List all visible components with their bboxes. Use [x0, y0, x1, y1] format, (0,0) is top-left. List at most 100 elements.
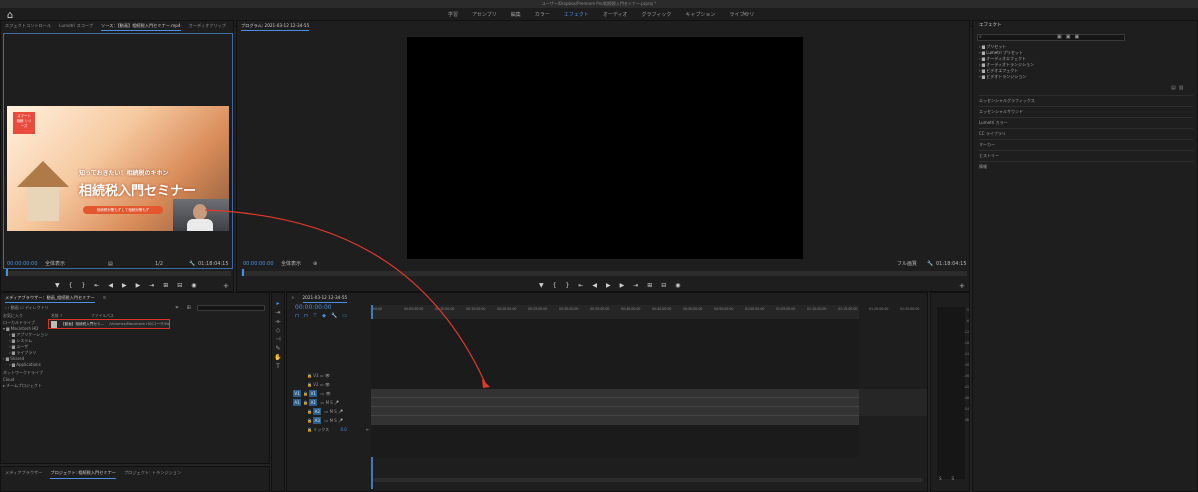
solo-left[interactable]: S	[939, 476, 952, 481]
solo-right[interactable]: S	[952, 476, 965, 481]
insert-icon[interactable]: ⊞	[163, 281, 168, 290]
program-resolution-select[interactable]: フル画質	[897, 260, 917, 268]
mark-out-icon[interactable]: }	[81, 281, 85, 290]
track-header-v3[interactable]: 🔒 V3 ▭ 👁	[307, 371, 330, 380]
lift-icon[interactable]: ⊞	[647, 281, 652, 290]
track-header-v1[interactable]: V1 🔒 V1 ▭ 👁	[293, 389, 331, 398]
overwrite-icon[interactable]: ⊟	[177, 281, 182, 290]
source-fit-select[interactable]: 全体表示	[45, 260, 65, 268]
team-projects-item[interactable]: ▸ チームプロジェクト	[3, 383, 42, 389]
close-sequence-icon[interactable]: ×	[291, 293, 295, 303]
track-header-a2[interactable]: 🔒 A2 ▭ M S 🎤	[307, 407, 343, 416]
track-target-a2[interactable]: A2	[313, 408, 322, 415]
tab-lumetri-scopes[interactable]: Lumetri スコープ	[59, 21, 93, 31]
effects-filter-icons[interactable]: ▣▣▣	[1057, 34, 1083, 40]
workspace-tab-edit[interactable]: 編集	[511, 10, 521, 20]
slip-tool-icon[interactable]: ⊣	[272, 335, 284, 344]
media-file-row[interactable]: 【動画】相続税入門セミ... /Volumes/Macintosh HD/ユーザ…	[48, 319, 170, 329]
directory-checkbox[interactable]: ☐	[20, 305, 24, 310]
mix-value[interactable]: 0.0	[340, 427, 346, 432]
source-add-button[interactable]: +	[223, 282, 229, 290]
program-timecode-in[interactable]: 00:00:00:00	[243, 260, 274, 268]
workspace-tab-assembly[interactable]: アセンブリ	[472, 10, 497, 20]
track-select-tool-icon[interactable]: ⇥	[272, 308, 284, 317]
section-history[interactable]: ヒストリー	[979, 150, 1193, 160]
source-timecode-in[interactable]: 00:00:00:00	[7, 260, 38, 268]
program-step-forward-icon[interactable]: ▶	[620, 281, 625, 290]
filter-icon[interactable]: ⏷ ⊞	[175, 305, 194, 311]
section-cc-libraries[interactable]: CC ライブラリ	[979, 128, 1193, 138]
program-marker-icon[interactable]: ▼	[539, 281, 544, 290]
program-export-frame-icon[interactable]: ◉	[675, 281, 680, 290]
type-tool-icon[interactable]: T	[272, 362, 284, 371]
program-settings-icon[interactable]: ⊕	[313, 260, 317, 268]
step-back-icon[interactable]: ◀	[108, 281, 113, 290]
section-info[interactable]: 情報	[979, 161, 1193, 171]
program-fit-select[interactable]: 全体表示	[281, 260, 301, 268]
tab-media-browser[interactable]: メディアブラウザー：動画_相続税入門セミナー	[5, 293, 95, 303]
effects-search-input[interactable]	[977, 34, 1125, 41]
tab-project[interactable]: プロジェクト: 相続税入門セミナー	[50, 467, 116, 479]
source-video-frame[interactable]: スマート 相続 シリーズ 知っておきたい！相続税のキホン 相続税入門セミナー 相…	[7, 106, 229, 231]
track-header-a3[interactable]: 🔒 A3 ▭ M S 🎤	[307, 416, 343, 425]
track-target-a3[interactable]: A3	[313, 417, 322, 424]
razor-tool-icon[interactable]: ◇	[272, 326, 284, 335]
go-to-out-icon[interactable]: ⇥	[149, 281, 154, 290]
program-mark-in-icon[interactable]: {	[553, 281, 557, 290]
workspace-tab-graphics[interactable]: グラフィック	[641, 10, 671, 20]
section-essential-sound[interactable]: エッセンシャルサウンド	[979, 106, 1193, 116]
go-to-in-icon[interactable]: ⇤	[94, 281, 99, 290]
pen-tool-icon[interactable]: ✎	[272, 344, 284, 353]
section-lumetri-color[interactable]: Lumetri カラー	[979, 117, 1193, 127]
program-wrench-icon[interactable]: 🔧	[927, 260, 933, 268]
workspace-tab-libraries[interactable]: ライブラリ	[729, 10, 754, 20]
ripple-edit-tool-icon[interactable]: ⟛	[272, 317, 284, 326]
source-patch-a1[interactable]: A1	[293, 399, 301, 406]
workspace-tab-color[interactable]: カラー	[535, 10, 550, 20]
program-video-frame[interactable]	[407, 37, 803, 259]
tab-program[interactable]: プログラム: 2021-03-12 12-34-55	[241, 21, 310, 31]
source-resolution-select[interactable]: 1/2	[155, 260, 163, 268]
workspace-tab-effects[interactable]: エフェクト	[564, 10, 589, 20]
effects-folder-video-transitions[interactable]: › ▆ ビデオトランジション	[979, 74, 1026, 80]
program-go-to-in-icon[interactable]: ⇤	[578, 281, 583, 290]
hand-tool-icon[interactable]: ✋	[272, 353, 284, 362]
track-header-a1[interactable]: A1 🔒 A1 ▭ M S 🎤	[293, 398, 339, 407]
source-scrubber[interactable]	[5, 271, 231, 276]
back-icon[interactable]: ‹	[5, 305, 7, 310]
track-header-v2[interactable]: 🔒 V2 ▭ 👁	[307, 380, 330, 389]
source-timecode-out[interactable]: 01:18:04:15	[198, 260, 229, 268]
track-target-v1[interactable]: V1	[309, 390, 318, 397]
mark-in-icon[interactable]: {	[69, 281, 73, 290]
track-target-a1[interactable]: A1	[309, 399, 318, 406]
timeline-h-scrollbar[interactable]	[373, 478, 923, 482]
program-mark-out-icon[interactable]: }	[565, 281, 569, 290]
tab-audio-clip-mixer[interactable]: オーディオクリップ	[189, 21, 226, 31]
wrench-icon[interactable]: 🔧	[189, 260, 195, 268]
timeline-timecode[interactable]: 00:00:00:00	[295, 304, 332, 312]
step-forward-icon[interactable]: ▶	[136, 281, 141, 290]
filter-select[interactable]: 動画	[11, 305, 19, 310]
workspace-tab-audio[interactable]: オーディオ	[603, 10, 628, 20]
media-search-input[interactable]	[197, 305, 265, 311]
workspace-tab-captions[interactable]: キャプション	[685, 10, 715, 20]
tab-project-transitions[interactable]: プロジェクト: トランジション	[124, 467, 181, 479]
tree-item-applications[interactable]: › ▆ Applications	[9, 362, 41, 368]
play-icon[interactable]: ▶	[122, 281, 127, 290]
source-playhead[interactable]	[6, 269, 8, 276]
marker-icon[interactable]: ▼	[55, 281, 60, 290]
program-add-button[interactable]: +	[959, 282, 965, 290]
timeline-tool-icons[interactable]: ⊓⊓⊤◆🔧▭	[295, 313, 352, 319]
selection-tool-icon[interactable]: ▸	[272, 299, 284, 308]
export-frame-icon[interactable]: ◉	[191, 281, 196, 290]
tab-effect-controls[interactable]: エフェクトコントロール	[5, 21, 51, 31]
timeline-ruler[interactable]: 00:00 00:05:00:00 00:10:00:00 00:15:00:00 00…	[371, 305, 919, 319]
section-essential-graphics[interactable]: エッセンシャルグラフィックス	[979, 95, 1193, 105]
workspace-tab-learn[interactable]: 学習	[448, 10, 458, 20]
section-markers[interactable]: マーカー	[979, 139, 1193, 149]
meter-solo-buttons[interactable]: SS	[939, 476, 964, 481]
tab-sequence[interactable]: 2021-03-12 12-34-55	[302, 293, 348, 303]
new-bin-icon[interactable]: ▤▥	[1171, 85, 1186, 91]
program-scrubber[interactable]	[241, 271, 967, 276]
program-playhead[interactable]	[242, 269, 244, 276]
